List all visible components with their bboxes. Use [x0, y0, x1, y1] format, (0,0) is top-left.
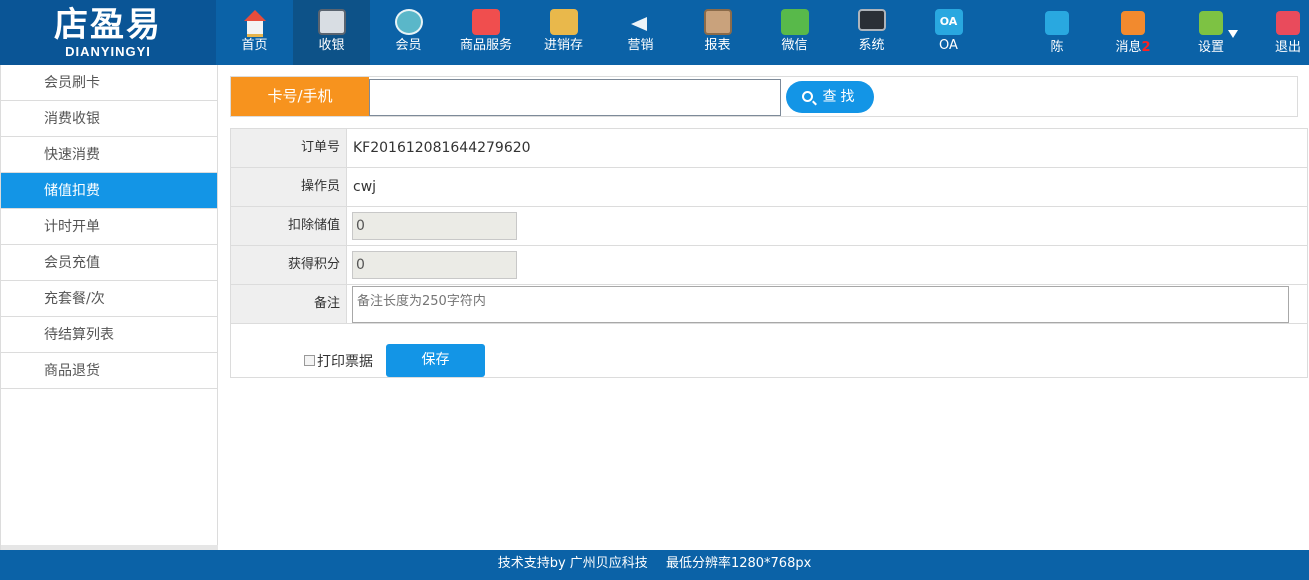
- search-button[interactable]: 查找: [786, 81, 874, 113]
- footer-resolution: 最低分辨率1280*768px: [665, 556, 812, 571]
- sidebar: 会员刷卡 消费收银 快速消费 储值扣费 计时开单 会员充值 充套餐/次 待结算列…: [0, 65, 218, 550]
- wechat-icon: [780, 9, 809, 35]
- order-row: 订单号 KF201612081644279620: [231, 129, 1307, 168]
- nav-label: 收银: [318, 38, 345, 53]
- nav-label: 会员: [395, 38, 422, 53]
- footer: 技术支持by 广州贝应科技 最低分辨率1280*768px: [0, 550, 1309, 580]
- nav-label: 报表: [704, 38, 731, 53]
- sidebar-item-goods-return[interactable]: 商品退货: [1, 353, 217, 389]
- user-name: 陈: [1050, 40, 1064, 55]
- chevron-down-icon[interactable]: [1228, 30, 1238, 38]
- message-count-badge: 2: [1141, 40, 1151, 55]
- nav-cashier[interactable]: 收银: [293, 0, 370, 65]
- deduct-row: 扣除储值 0: [231, 207, 1307, 246]
- logo-english: DIANYINGYI: [65, 44, 151, 59]
- nav-label: 首页: [241, 38, 268, 53]
- gear-icon: [1199, 11, 1223, 35]
- megaphone-icon: [627, 9, 655, 35]
- search-icon: [801, 91, 813, 102]
- save-button[interactable]: 保存: [386, 344, 485, 377]
- user-icon: [1045, 11, 1069, 35]
- print-receipt-checkbox[interactable]: [304, 355, 315, 366]
- messages-menu[interactable]: 消息2: [1108, 0, 1158, 65]
- operator-value: cwj: [353, 179, 377, 195]
- order-number: KF201612081644279620: [353, 140, 531, 156]
- user-menu[interactable]: 陈: [1036, 0, 1078, 65]
- inventory-icon: [549, 9, 578, 35]
- messages-label: 消息2: [1108, 40, 1158, 56]
- monitor-icon: [857, 9, 886, 31]
- deduct-value-field[interactable]: 0: [352, 212, 517, 240]
- sidebar-item-consume-checkout[interactable]: 消费收银: [1, 101, 217, 137]
- logo: 店盈易 DIANYINGYI: [0, 0, 216, 65]
- search-button-label: 查找: [822, 89, 859, 105]
- print-receipt-label: 打印票据: [317, 354, 373, 370]
- nav-label: 进销存: [543, 38, 583, 53]
- operator-row: 操作员 cwj: [231, 168, 1307, 207]
- nav-wechat[interactable]: 微信: [756, 0, 833, 65]
- report-icon: [703, 9, 732, 35]
- member-icon: [394, 9, 423, 35]
- nav-label: 系统: [858, 38, 885, 53]
- member-search-bar: 卡号/手机 查找: [230, 76, 1298, 117]
- logout-icon: [1276, 11, 1300, 35]
- operator-label: 操作员: [231, 168, 347, 206]
- deduct-form: 订单号 KF201612081644279620 操作员 cwj 扣除储值 0 …: [230, 128, 1308, 378]
- home-icon: [241, 9, 269, 37]
- sidebar-item-member-recharge[interactable]: 会员充值: [1, 245, 217, 281]
- nav-home[interactable]: 首页: [216, 0, 293, 65]
- sidebar-item-pending-settlement[interactable]: 待结算列表: [1, 317, 217, 353]
- nav-goods-service[interactable]: 商品服务: [447, 0, 525, 65]
- nav-label: OA: [939, 38, 958, 53]
- nav-member[interactable]: 会员: [370, 0, 447, 65]
- bell-icon: [1121, 11, 1145, 35]
- settings-label: 设置: [1197, 40, 1224, 55]
- nav-oa[interactable]: OA OA: [910, 0, 987, 65]
- sidebar-item-quick-consume[interactable]: 快速消费: [1, 137, 217, 173]
- nav-marketing[interactable]: 营销: [602, 0, 679, 65]
- oa-icon: OA: [934, 9, 963, 35]
- sidebar-item-package-recharge[interactable]: 充套餐/次: [1, 281, 217, 317]
- logout-button[interactable]: 退出: [1268, 0, 1308, 65]
- remark-row: 备注: [231, 285, 1307, 324]
- points-label: 获得积分: [231, 246, 347, 284]
- cash-register-icon: [317, 9, 346, 35]
- nav-report[interactable]: 报表: [679, 0, 756, 65]
- footer-support: 技术支持by 广州贝应科技: [497, 556, 648, 571]
- nav-system[interactable]: 系统: [833, 0, 910, 65]
- print-receipt-option[interactable]: 打印票据: [304, 351, 373, 371]
- goods-icon: [472, 9, 500, 35]
- card-or-phone-input[interactable]: [369, 79, 781, 116]
- messages-text: 消息: [1115, 40, 1142, 55]
- nav-label: 微信: [781, 38, 808, 53]
- points-row: 获得积分 0: [231, 246, 1307, 285]
- sidebar-item-stored-value-deduct[interactable]: 储值扣费: [1, 173, 217, 209]
- sidebar-item-member-card[interactable]: 会员刷卡: [1, 65, 217, 101]
- logo-chinese: 店盈易: [54, 5, 162, 45]
- search-label: 卡号/手机: [231, 77, 369, 116]
- nav-inventory[interactable]: 进销存: [525, 0, 602, 65]
- nav-label: 商品服务: [459, 38, 512, 53]
- order-label: 订单号: [231, 129, 347, 167]
- remark-label: 备注: [231, 285, 347, 323]
- points-field[interactable]: 0: [352, 251, 517, 279]
- top-navigation-bar: 店盈易 DIANYINGYI 首页 收银 会员 商品服务 进销存 营销 报表 微…: [0, 0, 1309, 65]
- settings-menu[interactable]: 设置: [1190, 0, 1232, 65]
- remark-textarea[interactable]: [352, 286, 1289, 323]
- logout-label: 退出: [1274, 40, 1301, 55]
- nav-label: 营销: [627, 38, 654, 53]
- deduct-label: 扣除储值: [231, 207, 347, 245]
- sidebar-item-timed-order[interactable]: 计时开单: [1, 209, 217, 245]
